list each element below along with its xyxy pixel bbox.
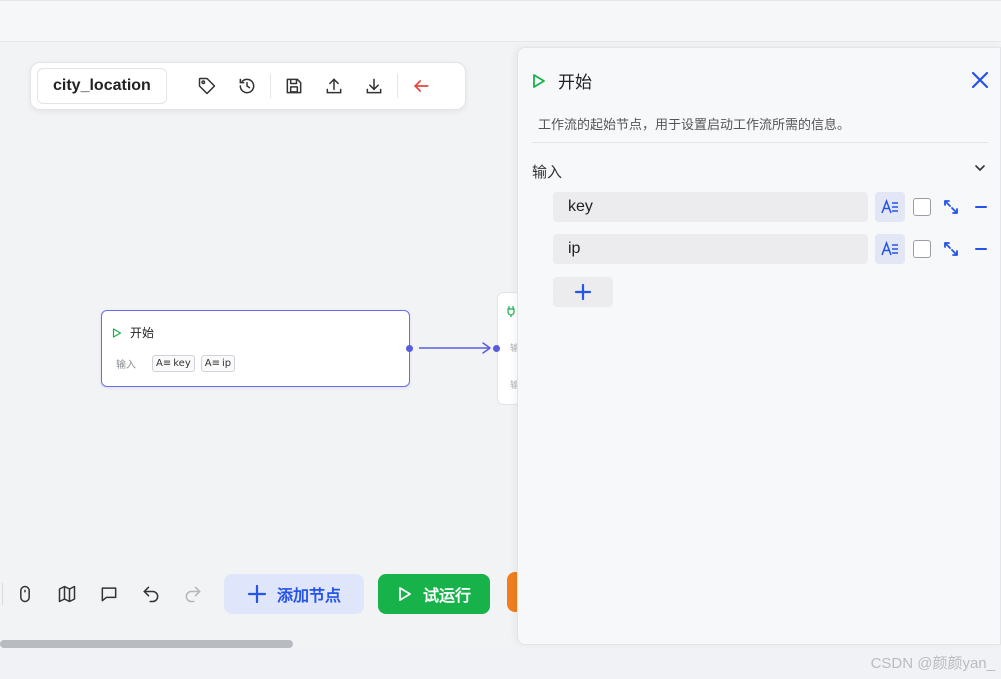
redo-icon[interactable] bbox=[172, 574, 214, 614]
text-type-icon[interactable] bbox=[875, 234, 905, 264]
text-type-icon: A≡ bbox=[156, 358, 172, 369]
start-node-title: 开始 bbox=[130, 326, 155, 340]
footer-strip bbox=[0, 649, 1001, 679]
add-node-label: 添加节点 bbox=[276, 586, 341, 605]
test-run-label: 试运行 bbox=[422, 586, 471, 605]
input-chip-ip: A≡ ip bbox=[200, 355, 236, 372]
text-type-icon: A≡ bbox=[204, 358, 220, 369]
undo-icon[interactable] bbox=[130, 574, 172, 614]
upload-icon[interactable] bbox=[314, 66, 354, 106]
chevron-down-icon[interactable] bbox=[970, 158, 990, 178]
plus-icon bbox=[247, 584, 267, 604]
add-field-button[interactable] bbox=[553, 277, 613, 307]
map-icon[interactable] bbox=[46, 574, 88, 614]
text-type-icon[interactable] bbox=[875, 192, 905, 222]
play-icon bbox=[533, 73, 545, 88]
expand-icon[interactable] bbox=[941, 239, 961, 259]
canvas-controls: 添加节点 试运行 bbox=[0, 572, 490, 616]
panel-title: 开始 bbox=[558, 73, 592, 93]
play-icon bbox=[399, 587, 411, 601]
remove-icon[interactable] bbox=[971, 239, 991, 259]
input-field-row: key bbox=[553, 192, 998, 222]
input-chip-key: A≡ key bbox=[152, 355, 195, 372]
play-icon bbox=[112, 327, 122, 338]
comment-icon[interactable] bbox=[88, 574, 130, 614]
watermark: CSDN @颜颜yan_ bbox=[870, 655, 995, 672]
back-arrow-icon[interactable] bbox=[401, 66, 441, 106]
expand-icon[interactable] bbox=[941, 197, 961, 217]
remove-icon[interactable] bbox=[971, 197, 991, 217]
field-name-input[interactable]: ip bbox=[553, 234, 868, 264]
add-node-button[interactable]: 添加节点 bbox=[224, 574, 364, 614]
close-icon[interactable] bbox=[968, 68, 992, 92]
history-icon[interactable] bbox=[227, 66, 267, 106]
output-port[interactable] bbox=[406, 345, 413, 352]
input-section-label: 输入 bbox=[532, 163, 563, 181]
start-node[interactable]: 开始 输入 A≡ key A≡ ip bbox=[101, 310, 410, 387]
mouse-icon[interactable] bbox=[4, 574, 46, 614]
input-field-row: ip bbox=[553, 234, 998, 264]
workflow-toolbar: city_location bbox=[30, 62, 466, 110]
panel-description: 工作流的起始节点，用于设置启动工作流所需的信息。 bbox=[538, 118, 851, 133]
horizontal-scrollbar[interactable] bbox=[0, 640, 293, 648]
field-name-input[interactable]: key bbox=[553, 192, 868, 222]
workflow-name[interactable]: city_location bbox=[37, 68, 167, 104]
input-port[interactable] bbox=[493, 345, 500, 352]
divider bbox=[269, 74, 271, 98]
test-run-button[interactable]: 试运行 bbox=[378, 574, 490, 614]
plug-icon bbox=[507, 306, 515, 317]
required-checkbox[interactable] bbox=[913, 240, 931, 258]
divider bbox=[532, 142, 988, 143]
node-properties-panel: 开始 工作流的起始节点，用于设置启动工作流所需的信息。 输入 key ip bbox=[517, 47, 1001, 645]
connection-edge bbox=[419, 342, 491, 354]
start-node-input-label: 输入 bbox=[116, 360, 136, 371]
tag-icon[interactable] bbox=[187, 66, 227, 106]
top-bar bbox=[0, 0, 1001, 42]
divider bbox=[396, 74, 398, 98]
required-checkbox[interactable] bbox=[913, 198, 931, 216]
save-icon[interactable] bbox=[274, 66, 314, 106]
download-icon[interactable] bbox=[354, 66, 394, 106]
plus-icon bbox=[574, 283, 592, 301]
